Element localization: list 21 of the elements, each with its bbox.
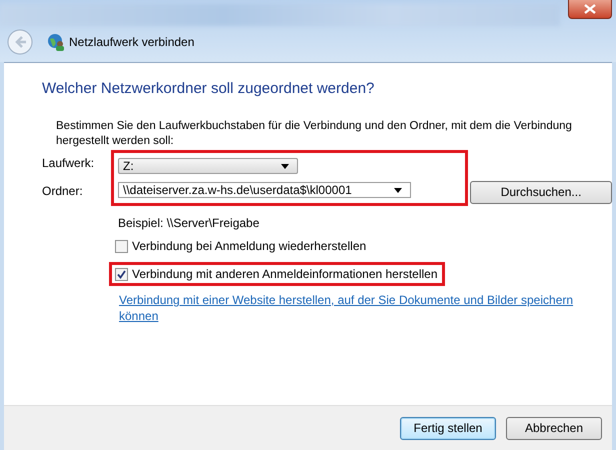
close-icon [583, 4, 597, 14]
close-button[interactable] [568, 0, 612, 19]
checkbox[interactable] [115, 268, 128, 280]
window-title: Netzlaufwerk verbinden [69, 35, 194, 49]
example-text: Beispiel: \\Server\Freigabe [118, 216, 260, 230]
drive-label: Laufwerk: [42, 156, 96, 170]
instruction-text: Bestimmen Sie den Laufwerkbuchstaben für die Verbindung und den Ordner, mit dem die Verbindung hergestellt werden soll: [56, 119, 573, 149]
caret-icon [281, 164, 289, 168]
checkbox-option[interactable]: Verbindung mit anderen Anmeldeinformationen herstellen [115, 267, 438, 281]
folder-label: Ordner: [42, 184, 84, 198]
checkbox-option[interactable]: Verbindung bei Anmeldung wiederherstellen [115, 239, 366, 253]
browse-button[interactable]: Durchsuchen... [470, 180, 612, 204]
drive-dropdown[interactable]: Z: [118, 158, 298, 174]
network-drive-icon [47, 33, 65, 51]
dialog-heading: Welcher Netzwerkordner soll zugeordnet werden? [42, 80, 376, 97]
checkbox[interactable] [115, 240, 128, 252]
website-link[interactable]: Verbindung mit einer Website herstellen, auf der Sie Dokumente und Bilder speichern können [119, 292, 589, 324]
dialog-button[interactable]: Fertig stellen [400, 416, 496, 440]
folder-field[interactable]: \\dateiserver.za.w-hs.de\userdata$\kl00001 [118, 182, 411, 198]
dialog-button[interactable]: Abbrechen [506, 416, 602, 440]
caret-icon [394, 188, 402, 192]
